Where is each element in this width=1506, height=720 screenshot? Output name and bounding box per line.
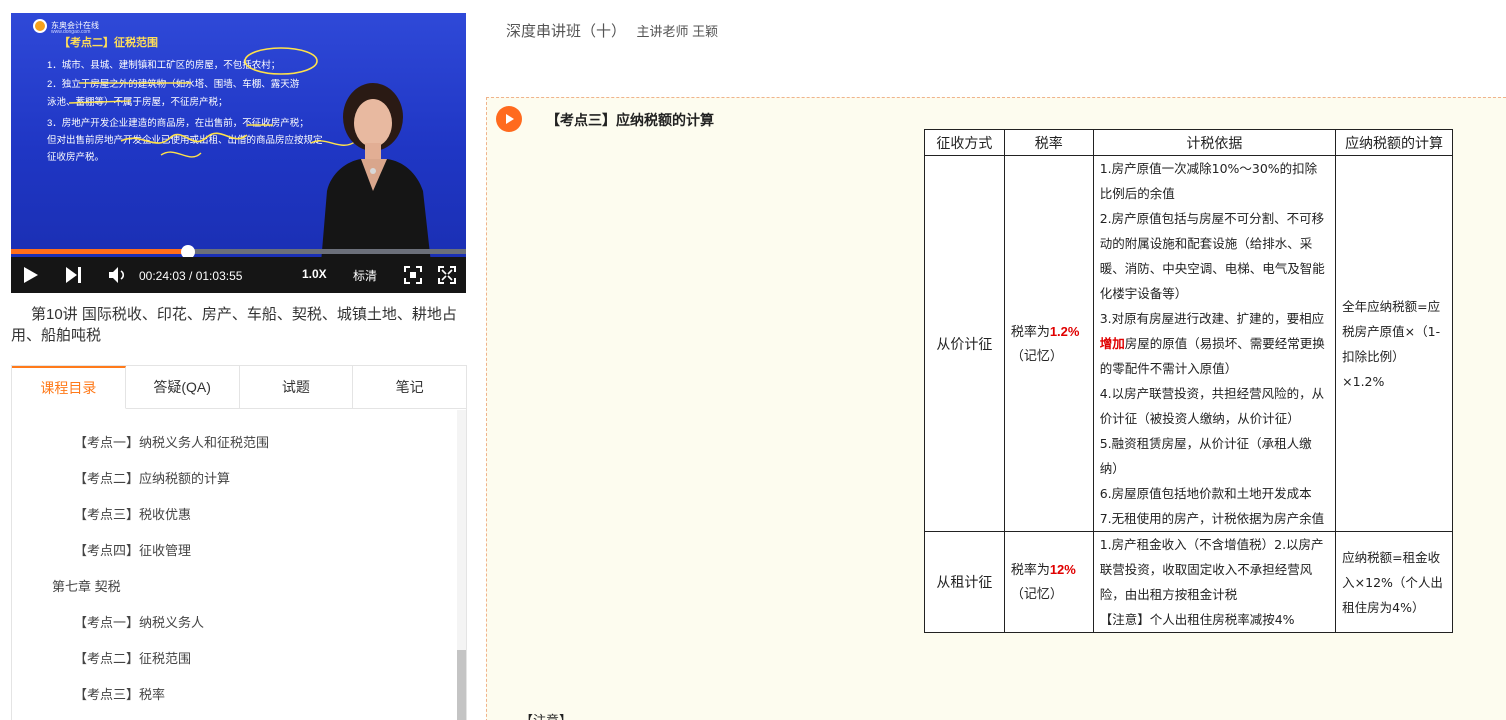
progress-fill bbox=[11, 249, 188, 254]
basis-line: 3.对原有房屋进行改建、扩建的，要相应增加房屋的原值（易损坏、需要经常更换的零配… bbox=[1100, 306, 1329, 381]
rate-prefix: 税率为 bbox=[1010, 562, 1050, 577]
rate-note: （记忆） bbox=[1010, 347, 1063, 363]
tax-table: 征收方式 税率 计税依据 应纳税额的计算 从价计征 税率为1.2% （记忆） 1… bbox=[924, 129, 1453, 633]
basis-highlight: 增加 bbox=[1099, 336, 1125, 351]
course-panel: 课程目录 答疑(QA) 试题 笔记 【考点一】纳税义务人和征税范围 【考点二】应… bbox=[11, 365, 467, 720]
fit-screen-icon[interactable] bbox=[404, 266, 422, 284]
next-icon[interactable] bbox=[65, 266, 83, 284]
catalog-item[interactable]: 【考点四】征收管理 bbox=[74, 540, 191, 559]
basis-line: 1.房产原值一次减除10%～30%的扣除比例后的余值 bbox=[1099, 161, 1318, 201]
volume-icon[interactable] bbox=[108, 266, 128, 284]
rate-note: （记忆） bbox=[1010, 586, 1063, 601]
rate-value: 12% bbox=[1049, 562, 1076, 577]
catalog-item[interactable]: 【考点三】税收优惠 bbox=[74, 504, 191, 523]
basis-line: 4.以房产联营投资，共担经营风险的，从价计征（被投资人缴纳，从价计征） bbox=[1099, 386, 1325, 426]
calc-cell: 应纳税额=租金收入×12%（个人出租住房为4%） bbox=[1335, 531, 1453, 633]
method-cell: 从价计征 bbox=[924, 155, 1005, 532]
rate-cell: 税率为12% （记忆） bbox=[1003, 531, 1094, 633]
tab-notes[interactable]: 笔记 bbox=[353, 366, 466, 408]
lesson-title: 第10讲 国际税收、印花、房产、车船、契税、城镇土地、耕地占用、船舶吨税 bbox=[11, 306, 457, 344]
progress-bar[interactable] bbox=[11, 245, 466, 259]
basis-cell: 1.房产原值一次减除10%～30%的扣除比例后的余值 2.房产原值包括与房屋不可… bbox=[1092, 155, 1337, 532]
column-header: 征收方式 bbox=[924, 129, 1005, 156]
time-display: 00:24:03 / 01:03:55 bbox=[139, 269, 243, 283]
basis-line: 【注意】个人出租住房税率减按4% bbox=[1099, 612, 1295, 627]
course-header: 深度串讲班（十） 主讲老师 王颖 bbox=[506, 20, 718, 41]
catalog-item[interactable]: 【考点二】征税范围 bbox=[74, 648, 191, 667]
column-header: 计税依据 bbox=[1092, 129, 1337, 156]
tab-catalog[interactable]: 课程目录 bbox=[12, 366, 126, 409]
calc-cell: 全年应纳税额=应税房产原值×（1-扣除比例）×1.2% bbox=[1335, 155, 1453, 532]
tab-qa[interactable]: 答疑(QA) bbox=[126, 366, 240, 408]
basis-text: 房屋的原值（易损坏、需要经常更换的零配件不需计入原值） bbox=[1099, 336, 1325, 376]
catalog-item[interactable]: 【考点一】纳税义务人和征税范围 bbox=[74, 432, 269, 451]
playback-speed[interactable]: 1.0X bbox=[302, 267, 327, 281]
fullscreen-icon[interactable] bbox=[438, 266, 456, 284]
attention-label: 【注意】 bbox=[520, 710, 572, 720]
video-player[interactable]: 东奥会计在线 www.dongao.com 【考点二】征税范围 1．城市、县城、… bbox=[11, 13, 466, 293]
player-controls: 00:24:03 / 01:03:55 1.0X 标清 bbox=[11, 257, 466, 293]
catalog-item[interactable]: 【考点三】税率 bbox=[74, 684, 165, 703]
panel-tabs: 课程目录 答疑(QA) 试题 笔记 bbox=[12, 366, 466, 409]
column-header: 应纳税额的计算 bbox=[1335, 129, 1453, 156]
catalog-scrollbar[interactable] bbox=[457, 410, 466, 720]
teacher-figure bbox=[321, 83, 431, 263]
catalog-scroll-thumb[interactable] bbox=[457, 650, 466, 720]
basis-line: 5.融资租赁房屋，从价计征（承租人缴纳） bbox=[1099, 436, 1312, 476]
play-section-icon[interactable] bbox=[496, 106, 522, 132]
table-header-row: 征收方式 税率 计税依据 应纳税额的计算 bbox=[924, 129, 1453, 156]
lecture-slide: 东奥会计在线 www.dongao.com 【考点二】征税范围 1．城市、县城、… bbox=[11, 13, 466, 263]
course-teacher: 主讲老师 王颖 bbox=[636, 24, 719, 39]
play-icon[interactable] bbox=[23, 266, 39, 284]
basis-text: 3.对原有房屋进行改建、扩建的，要相应 bbox=[1099, 311, 1325, 326]
catalog-item[interactable]: 【考点二】应纳税额的计算 bbox=[74, 468, 230, 487]
basis-line: 7.无租使用的房产，计税依据为房产余值 bbox=[1099, 511, 1325, 526]
catalog-item[interactable]: 【考点一】纳税义务人 bbox=[74, 612, 204, 631]
table-row: 从价计征 税率为1.2% （记忆） 1.房产原值一次减除10%～30%的扣除比例… bbox=[924, 155, 1453, 532]
method-cell: 从租计征 bbox=[924, 531, 1005, 633]
basis-line: 6.房屋原值包括地价款和土地开发成本 bbox=[1099, 486, 1312, 501]
quality-selector[interactable]: 标清 bbox=[353, 267, 377, 284]
basis-line: 2.房产原值包括与房屋不可分割、不可移动的附属设施和配套设施（给排水、采暖、消防… bbox=[1099, 211, 1325, 301]
tab-exercises[interactable]: 试题 bbox=[240, 366, 354, 408]
table-row: 从租计征 税率为12% （记忆） 1.房产租金收入（不含增值税）2.以房产联营投… bbox=[924, 531, 1453, 633]
column-header: 税率 bbox=[1003, 129, 1094, 156]
rate-prefix: 税率为 bbox=[1010, 323, 1050, 339]
course-name: 深度串讲班（十） bbox=[506, 23, 627, 40]
section-title: 【考点三】应纳税额的计算 bbox=[546, 112, 714, 128]
course-catalog: 【考点一】纳税义务人和征税范围 【考点二】应纳税额的计算 【考点三】税收优惠 【… bbox=[12, 410, 458, 720]
basis-cell: 1.房产租金收入（不含增值税）2.以房产联营投资，收取固定收入不承担经营风险，由… bbox=[1092, 531, 1337, 633]
rate-cell: 税率为1.2% （记忆） bbox=[1003, 155, 1094, 532]
basis-line: 1.房产租金收入（不含增值税）2.以房产联营投资，收取固定收入不承担经营风险，由… bbox=[1099, 537, 1324, 602]
catalog-chapter[interactable]: 第七章 契税 bbox=[52, 576, 121, 595]
rate-value: 1.2% bbox=[1049, 323, 1080, 339]
